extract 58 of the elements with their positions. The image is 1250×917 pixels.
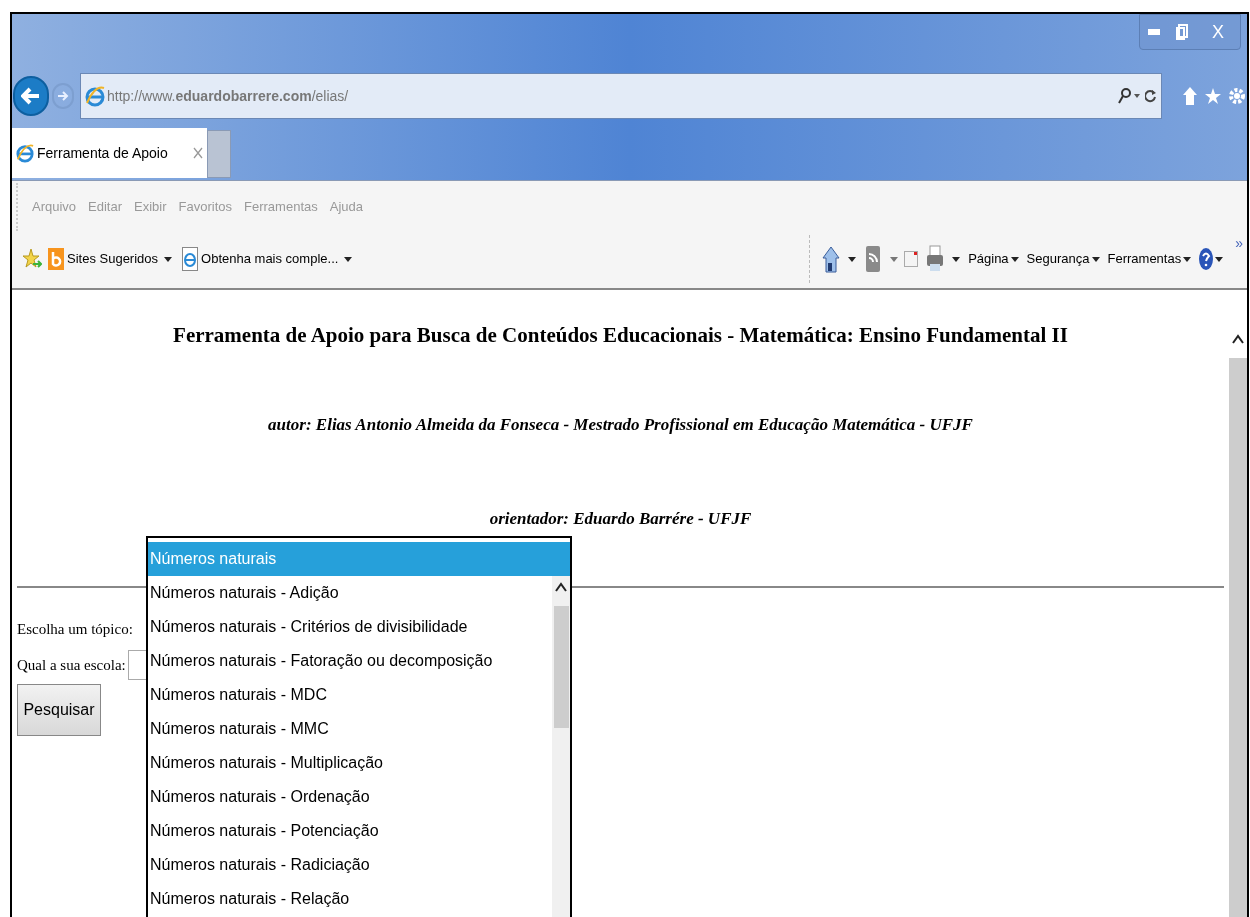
list-option[interactable]: Números naturais - Adição [148, 576, 552, 610]
refresh-icon[interactable] [1145, 88, 1157, 104]
favorites-star-icon[interactable] [22, 247, 42, 271]
command-menu-button[interactable]: Segurança [1026, 249, 1100, 269]
topic-label: Escolha um tópico: [17, 619, 133, 639]
favorites-link[interactable]: Sites Sugeridos [48, 248, 159, 270]
bing-icon [48, 248, 64, 270]
back-button[interactable] [13, 76, 49, 116]
dropdown-caret-icon [1010, 256, 1019, 262]
list-option[interactable]: Números naturais - Potenciação [148, 814, 552, 848]
list-option[interactable]: Números naturais - Ordenação [148, 780, 552, 814]
printer-icon[interactable] [926, 245, 945, 273]
school-select[interactable] [127, 650, 148, 680]
scroll-up-icon[interactable] [1232, 334, 1244, 344]
overflow-chevron[interactable]: » [1235, 233, 1243, 254]
dropdown-caret-icon [1183, 256, 1192, 262]
feed-icon[interactable] [866, 246, 881, 272]
dropdown-caret-icon[interactable] [164, 256, 173, 262]
list-scrollbar[interactable] [552, 576, 570, 917]
forward-arrow-icon [57, 91, 69, 101]
school-label: Qual a sua escola: [17, 655, 126, 675]
list-option[interactable]: Números naturais - Radiciação [148, 848, 552, 882]
dropdown-caret-icon[interactable] [1215, 256, 1224, 262]
dropdown-caret-icon[interactable] [952, 256, 961, 262]
advisor-line: orientador: Eduardo Barrére - UFJF [488, 507, 753, 530]
forward-button[interactable] [52, 83, 74, 109]
dropdown-caret-icon[interactable] [848, 256, 857, 262]
list-option[interactable]: Números naturais - Fatoração ou decomposição [148, 644, 552, 678]
minimize-icon [1148, 29, 1160, 35]
address-bar[interactable]: http://www.eduardobarrere.com/elias/ [80, 73, 1162, 119]
close-tab-icon[interactable] [193, 147, 203, 159]
list-option[interactable]: Números naturais - Relação [148, 882, 552, 916]
list-option[interactable]: Números naturais - MDC [148, 678, 552, 712]
scroll-up-icon[interactable] [555, 582, 567, 592]
dropdown-caret-icon[interactable] [344, 256, 353, 262]
command-menu-button[interactable]: Ferramentas [1107, 249, 1192, 269]
list-option[interactable]: Números naturais - Critérios de divisibilidade [148, 610, 552, 644]
page-heading: Ferramenta de Apoio para Busca de Conteúdos Educacionais - Matemática: Ensino Fundamental II [172, 322, 1069, 349]
star-icon[interactable] [1204, 87, 1222, 105]
browser-tab[interactable]: Ferramenta de Apoio [12, 128, 207, 178]
url-text: http://www.eduardobarrere.com/elias/ [107, 86, 349, 106]
author-line: autor: Elias Antonio Almeida da Fonseca - Mestrado Profissional em Educação Matemática - UFJF [267, 414, 974, 436]
search-button[interactable]: Pesquisar [17, 684, 101, 736]
favorites-link[interactable]: Obtenha mais comple... [182, 247, 339, 271]
help-icon[interactable] [1199, 247, 1214, 271]
search-icon[interactable] [1117, 87, 1131, 105]
dropdown-caret-icon [1091, 256, 1100, 262]
command-menu-button[interactable]: Página [968, 249, 1019, 269]
globe-e-icon [85, 85, 105, 107]
page-e-icon [182, 247, 199, 271]
back-arrow-icon [21, 87, 41, 105]
dropdown-caret-icon[interactable] [1134, 94, 1140, 98]
mail-icon[interactable] [904, 251, 919, 267]
scrollbar-thumb[interactable] [553, 606, 569, 728]
list-option[interactable]: Números naturais - MMC [148, 712, 552, 746]
restore-icon [1176, 24, 1188, 40]
list-option[interactable]: Números naturais - Multiplicação [148, 746, 552, 780]
settings-icon[interactable] [1228, 87, 1246, 105]
